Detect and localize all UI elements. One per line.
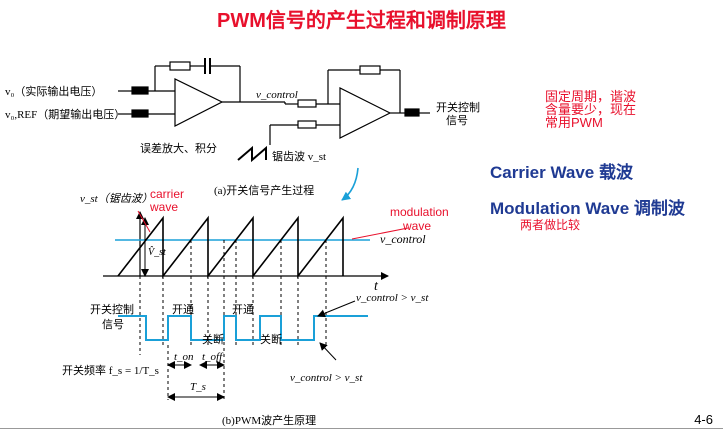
switch-signal-line1: 开关控制 [90, 304, 134, 316]
switch-signal-line2: 信号 [102, 319, 124, 331]
off-label-2: 关断 [260, 334, 282, 346]
compare-top-label: v_control > v_st [356, 292, 429, 304]
input-vref-label: v₀,REF（期望输出电压） [5, 109, 126, 121]
comparator-symbol [339, 87, 392, 139]
switching-frequency-label: 开关频率 f_s = 1/T_s [62, 365, 159, 377]
carrier-annotation-line2: wave [150, 200, 179, 214]
vcontrol-circuit-label: v_control [256, 89, 298, 101]
caption-b: (b)PWM波产生原理 [222, 415, 317, 427]
switch-out-line2: 信号 [446, 115, 468, 127]
transition-arrow [341, 167, 359, 201]
compare-bottom-label: v_control > v_st [290, 372, 363, 384]
error-amp-label: 误差放大、积分 [140, 143, 217, 155]
error-amp-symbol [174, 78, 224, 127]
caption-a: (a)开关信号产生过程 [214, 185, 315, 197]
off-label-1: 关断 [202, 334, 224, 346]
bottom-divider [0, 428, 723, 429]
ton-label: t_on [174, 351, 194, 363]
vcontrol-wave-label: v_control [380, 232, 426, 246]
compare-note: 两者做比较 [520, 218, 581, 232]
on-label-1: 开通 [172, 304, 194, 316]
vst-peak-label: V̂_st [148, 247, 166, 258]
page-number: 4-6 [694, 412, 713, 427]
input-v0-label: v₀（实际输出电压） [5, 86, 103, 98]
pwm-output-wave [118, 315, 368, 341]
modulation-annotation-line1: modulation [390, 205, 449, 219]
vst-label: v_st（锯齿波） [80, 193, 153, 205]
carrier-wave-note: Carrier Wave 载波 [490, 163, 633, 182]
toff-label: t_off [202, 351, 223, 363]
fixed-period-note-3: 常用PWM [545, 115, 603, 130]
ts-label: T_s [190, 381, 206, 393]
on-label-2: 开通 [232, 304, 254, 316]
sawtooth-label: 锯齿波 v_st [272, 151, 327, 163]
